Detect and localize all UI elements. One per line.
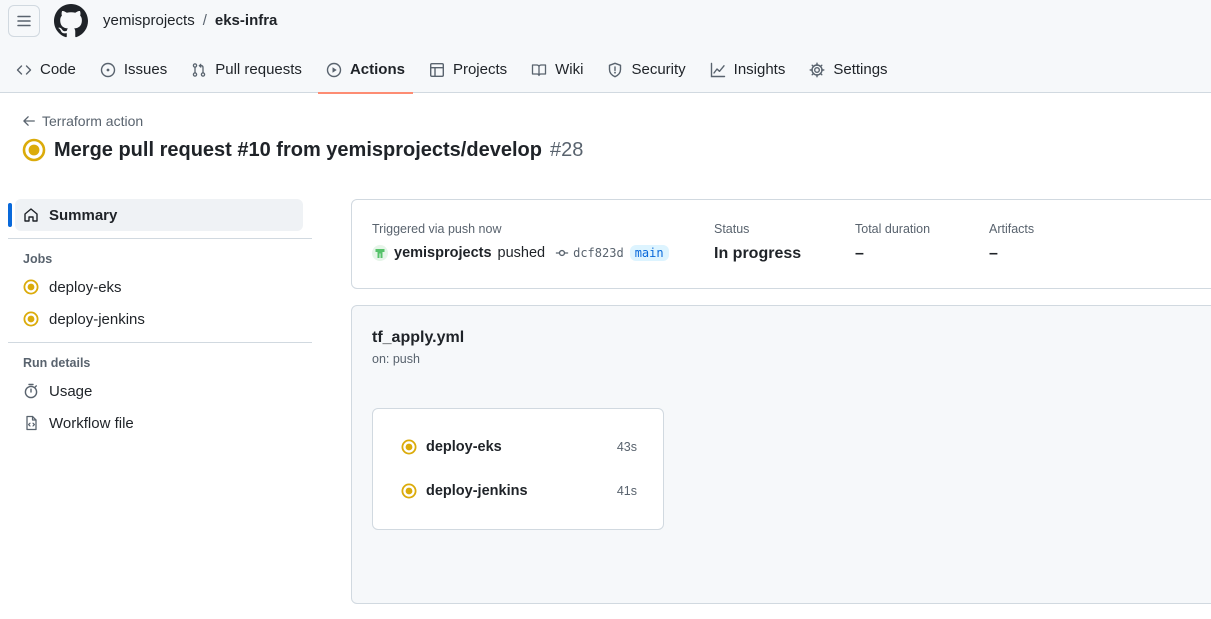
run-summary-card: Triggered via push now yemisprojects pus… — [351, 199, 1211, 289]
in-progress-icon — [401, 439, 417, 455]
workflow-file-name: tf_apply.yml — [372, 329, 465, 346]
artifacts-cell: Artifacts – — [989, 222, 1034, 263]
sidebar-item-deploy-eks[interactable]: deploy-eks — [8, 271, 312, 303]
job-deploy-eks[interactable]: deploy-eks 43s — [401, 437, 637, 457]
commit-link[interactable]: dcf823d — [555, 246, 624, 260]
repo-name-link[interactable]: eks-infra — [215, 12, 278, 29]
repo-owner-link[interactable]: yemisprojects — [103, 12, 195, 29]
page-title: Merge pull request #10 from yemisproject… — [22, 138, 583, 162]
hamburger-icon — [17, 15, 31, 27]
breadcrumb-separator: / — [202, 12, 207, 29]
in-progress-icon — [23, 311, 39, 327]
table-icon — [429, 62, 444, 77]
in-progress-icon — [23, 279, 39, 295]
sidebar-item-label: Summary — [49, 206, 118, 224]
in-progress-icon — [401, 483, 417, 499]
job-name: deploy-jenkins — [426, 483, 528, 499]
book-icon — [531, 63, 547, 76]
sidebar-item-deploy-jenkins[interactable]: deploy-jenkins — [8, 303, 312, 335]
tab-code[interactable]: Code — [8, 46, 84, 93]
back-label: Terraform action — [42, 113, 144, 129]
tab-actions[interactable]: Actions — [317, 46, 413, 94]
github-logo-icon[interactable] — [54, 4, 88, 38]
run-title-text: Merge pull request #10 from yemisproject… — [54, 138, 542, 161]
in-progress-icon — [22, 138, 46, 162]
code-icon — [16, 64, 32, 75]
status-label: Status — [714, 222, 750, 236]
divider — [8, 238, 312, 239]
tab-label: Insights — [733, 61, 786, 78]
branch-label[interactable]: main — [629, 245, 669, 261]
repo-header: yemisprojects / eks-infra Code Issues Pu… — [0, 0, 1211, 94]
back-to-workflow-link[interactable]: Terraform action — [22, 113, 143, 129]
sidebar-item-label: deploy-eks — [49, 278, 122, 296]
sidebar-item-label: deploy-jenkins — [49, 310, 145, 328]
tab-label: Actions — [349, 61, 405, 78]
status-cell: Status In progress — [714, 222, 801, 263]
sidebar-item-label: Workflow file — [49, 414, 134, 432]
artifacts-value: – — [989, 245, 998, 262]
tab-label: Issues — [123, 61, 168, 78]
tab-security[interactable]: Security — [599, 46, 693, 93]
tab-label: Pull requests — [215, 61, 302, 78]
actor-link[interactable]: yemisprojects — [394, 245, 492, 261]
trigger-label: Triggered via push now — [372, 222, 502, 236]
tab-issues[interactable]: Issues — [92, 46, 175, 93]
job-duration: 43s — [616, 440, 637, 454]
menu-button[interactable] — [8, 5, 40, 37]
trigger-details: yemisprojects pushed dcf823d main — [372, 245, 669, 261]
workflow-graph: tf_apply.yml on: push deploy-eks 43s dep… — [351, 305, 1211, 604]
tab-label: Settings — [833, 61, 888, 78]
avatar[interactable] — [372, 245, 388, 261]
action-text: pushed — [497, 245, 546, 261]
tab-wiki[interactable]: Wiki — [523, 46, 591, 93]
run-sidebar: Summary Jobs deploy-eks deploy-jenkins R… — [8, 199, 312, 439]
duration-value: – — [855, 245, 864, 262]
run-details-heading: Run details — [23, 356, 91, 370]
sidebar-item-label: Usage — [49, 382, 93, 400]
arrow-left-icon — [23, 116, 35, 126]
tab-label: Security — [631, 61, 686, 78]
breadcrumb: yemisprojects / eks-infra — [103, 12, 277, 29]
tab-projects[interactable]: Projects — [421, 46, 515, 93]
pull-request-icon — [192, 62, 206, 77]
job-group: deploy-eks 43s deploy-jenkins 41s — [372, 408, 664, 530]
tab-label: Code — [40, 61, 76, 78]
issue-icon — [100, 62, 116, 77]
tab-insights[interactable]: Insights — [702, 46, 794, 93]
repo-tabs: Code Issues Pull requests Actions Projec… — [8, 46, 904, 94]
tab-label: Wiki — [555, 61, 584, 78]
run-number: #28 — [549, 138, 584, 161]
trigger-cell: Triggered via push now yemisprojects pus… — [372, 222, 669, 261]
tab-label: Projects — [452, 61, 508, 78]
workflow-trigger: on: push — [372, 352, 420, 366]
job-name: deploy-eks — [426, 439, 502, 455]
play-icon — [326, 62, 342, 77]
tab-pull-requests[interactable]: Pull requests — [183, 46, 310, 93]
job-deploy-jenkins[interactable]: deploy-jenkins 41s — [401, 481, 637, 501]
gear-icon — [809, 62, 825, 77]
jobs-heading: Jobs — [23, 252, 53, 266]
commit-icon — [555, 249, 569, 257]
file-code-icon — [26, 415, 37, 431]
sidebar-item-summary[interactable]: Summary — [8, 199, 303, 231]
duration-label: Total duration — [855, 222, 931, 236]
sidebar-item-workflow-file[interactable]: Workflow file — [8, 407, 312, 439]
shield-icon — [609, 62, 622, 77]
commit-sha: dcf823d — [573, 246, 624, 260]
artifacts-label: Artifacts — [989, 222, 1035, 236]
graph-icon — [710, 62, 725, 77]
duration-cell: Total duration – — [855, 222, 930, 263]
stopwatch-icon — [24, 383, 38, 399]
tab-settings[interactable]: Settings — [801, 46, 895, 93]
divider — [8, 342, 312, 343]
status-value: In progress — [714, 245, 802, 262]
job-duration: 41s — [616, 484, 637, 498]
sidebar-item-usage[interactable]: Usage — [8, 375, 312, 407]
home-icon — [24, 208, 38, 222]
